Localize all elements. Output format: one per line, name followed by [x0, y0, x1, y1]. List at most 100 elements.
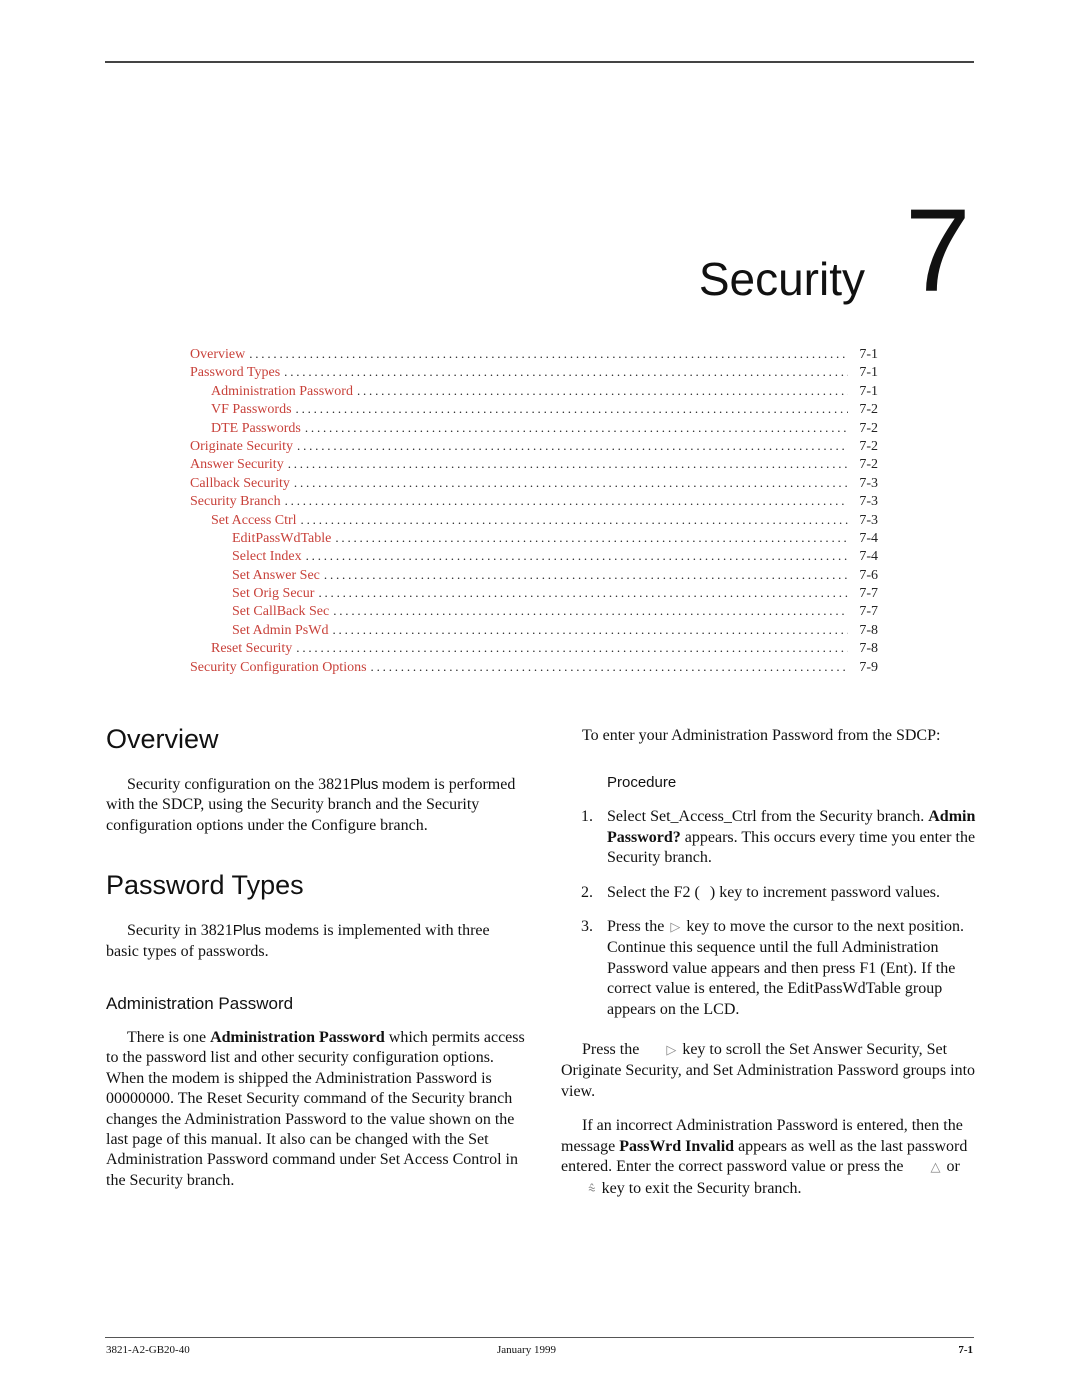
toc-entry-label[interactable]: Callback Security: [190, 475, 294, 493]
toc-entry-page: 7-2: [859, 438, 878, 454]
invalid-password-paragraph: If an incorrect Administration Password …: [561, 1116, 981, 1200]
toc-leader-dots: ........................................…: [284, 364, 848, 380]
overview-paragraph: Security configuration on the 3821Plus m…: [106, 776, 516, 834]
toc-entry-page: 7-2: [859, 457, 878, 473]
toc-entry-page: 7-3: [859, 494, 878, 510]
toc-entry[interactable]: Password Types..........................…: [190, 363, 878, 381]
toc-leader-dots: ........................................…: [295, 401, 848, 417]
toc-entry-label[interactable]: Answer Security: [190, 456, 288, 474]
toc-entry[interactable]: Administration Password.................…: [190, 382, 878, 400]
toc-entry-label[interactable]: Security Configuration Options: [190, 659, 371, 677]
toc-leader-dots: ........................................…: [333, 603, 848, 619]
toc-entry-label[interactable]: Administration Password: [211, 383, 357, 401]
toc-entry[interactable]: Select Index............................…: [190, 547, 878, 565]
toc-leader-dots: ........................................…: [318, 585, 848, 601]
toc-leader-dots: ........................................…: [305, 548, 848, 564]
toc-entry[interactable]: Reset Security..........................…: [190, 639, 878, 657]
scroll-paragraph: Press the ▷ key to scroll the Set Answer S…: [561, 1041, 976, 1100]
toc-entry[interactable]: Set Answer Sec..........................…: [190, 566, 878, 584]
toc-entry[interactable]: DTE Passwords...........................…: [190, 419, 878, 437]
toc-entry-label[interactable]: Set Admin PsWd: [232, 622, 332, 640]
up-arrow-key-icon: △: [930, 1160, 941, 1176]
table-of-contents: Overview................................…: [190, 345, 878, 676]
toc-entry-label[interactable]: Reset Security: [211, 640, 296, 658]
footer-date: January 1999: [497, 1344, 556, 1356]
procedure-title: Procedure: [607, 774, 677, 792]
toc-entry-label[interactable]: Set CallBack Sec: [232, 603, 333, 621]
toc-entry-page: 7-8: [859, 622, 878, 638]
toc-entry-label[interactable]: Security Branch: [190, 493, 285, 511]
right-arrow-key-icon: ▷: [670, 920, 681, 936]
toc-leader-dots: ........................................…: [297, 437, 848, 453]
toc-entry-label[interactable]: Set Access Ctrl: [211, 512, 301, 530]
toc-entry-label[interactable]: Set Answer Sec: [232, 567, 324, 585]
toc-entry[interactable]: Callback Security.......................…: [190, 474, 878, 492]
right-column: To enter your Administration Password fr…: [561, 726, 981, 1214]
toc-leader-dots: ........................................…: [335, 529, 848, 545]
toc-leader-dots: ........................................…: [300, 511, 848, 527]
step-3: 3. Press the ▷ key to move the cursor to th…: [581, 918, 965, 1018]
toc-leader-dots: ........................................…: [284, 493, 848, 509]
toc-leader-dots: ........................................…: [287, 456, 848, 472]
toc-entry-page: 7-3: [859, 475, 878, 491]
toc-leader-dots: ........................................…: [304, 419, 848, 435]
toc-entry-page: 7-7: [859, 604, 878, 620]
header-rule: [105, 61, 974, 63]
toc-entry-label[interactable]: DTE Passwords: [211, 420, 305, 438]
footer-page-number: 7-1: [958, 1344, 973, 1356]
overview-heading: Overview: [106, 724, 219, 754]
toc-entry-page: 7-1: [859, 347, 878, 362]
chapter-title: Security: [698, 253, 865, 305]
chapter-number: 7: [905, 185, 971, 317]
toc-entry-page: 7-3: [859, 512, 878, 528]
toc-entry-page: 7-6: [859, 567, 878, 583]
toc-entry[interactable]: Set Access Ctrl.........................…: [190, 511, 878, 529]
procedure-steps: 1. Select Set_Access_Ctrl from the Securi…: [561, 807, 981, 1020]
footer-doc-number: 3821-A2-GB20-40: [106, 1344, 190, 1356]
toc-entry-page: 7-1: [859, 383, 878, 399]
left-column: Overview Security configuration on the 3…: [106, 724, 526, 1205]
toc-entry-label[interactable]: Password Types: [190, 364, 284, 382]
toc-entry-page: 7-4: [859, 530, 878, 546]
toc-entry-label[interactable]: Originate Security: [190, 438, 297, 456]
toc-entry-label[interactable]: Select Index: [232, 548, 306, 566]
toc-leader-dots: ........................................…: [332, 621, 848, 637]
step-1: 1. Select Set_Access_Ctrl from the Securi…: [581, 808, 976, 867]
toc-entry-page: 7-4: [859, 549, 878, 565]
step-2: 2. Select the F2 () key to increment pass…: [581, 883, 941, 901]
toc-entry[interactable]: EditPassWdTable.........................…: [190, 529, 878, 547]
admin-password-paragraph: There is one Administration Password whi…: [106, 1029, 525, 1189]
intro-paragraph: To enter your Administration Password fr…: [582, 727, 941, 744]
toc-leader-dots: ........................................…: [356, 382, 848, 398]
toc-entry-label[interactable]: Set Orig Secur: [232, 585, 318, 603]
toc-entry[interactable]: Overview................................…: [190, 345, 878, 363]
toc-entry-page: 7-1: [859, 365, 878, 381]
toc-entry[interactable]: Security Branch.........................…: [190, 492, 878, 510]
toc-entry[interactable]: Answer Security.........................…: [190, 455, 878, 473]
toc-leader-dots: ........................................…: [249, 346, 848, 361]
toc-entry-page: 7-2: [859, 420, 878, 436]
password-types-paragraph: Security in 3821Plus modems is implement…: [106, 922, 490, 960]
toc-entry-label[interactable]: EditPassWdTable: [232, 530, 335, 548]
toc-entry[interactable]: VF Passwords............................…: [190, 400, 878, 418]
toc-leader-dots: ........................................…: [370, 658, 848, 674]
password-types-heading: Password Types: [106, 870, 304, 901]
toc-leader-dots: ........................................…: [296, 640, 848, 656]
toc-entry-label[interactable]: VF Passwords: [211, 401, 296, 419]
toc-entry-label[interactable]: Overview: [190, 346, 249, 364]
right-arrow-key-icon: ▷: [666, 1043, 677, 1059]
double-up-arrow-key-icon: ⩯: [588, 1181, 596, 1197]
toc-leader-dots: ........................................…: [293, 474, 848, 490]
toc-entry-page: 7-9: [859, 659, 878, 675]
toc-entry[interactable]: Set Admin PsWd..........................…: [190, 621, 878, 639]
toc-entry-page: 7-2: [859, 402, 878, 418]
footer-rule: [105, 1337, 974, 1338]
toc-entry-page: 7-7: [859, 586, 878, 602]
toc-entry-page: 7-8: [859, 641, 878, 657]
toc-leader-dots: ........................................…: [323, 566, 848, 582]
admin-password-heading: Administration Password: [106, 994, 294, 1014]
toc-entry[interactable]: Security Configuration Options..........…: [190, 658, 878, 676]
toc-entry[interactable]: Originate Security......................…: [190, 437, 878, 455]
toc-entry[interactable]: Set Orig Secur..........................…: [190, 584, 878, 602]
toc-entry[interactable]: Set CallBack Sec........................…: [190, 602, 878, 620]
